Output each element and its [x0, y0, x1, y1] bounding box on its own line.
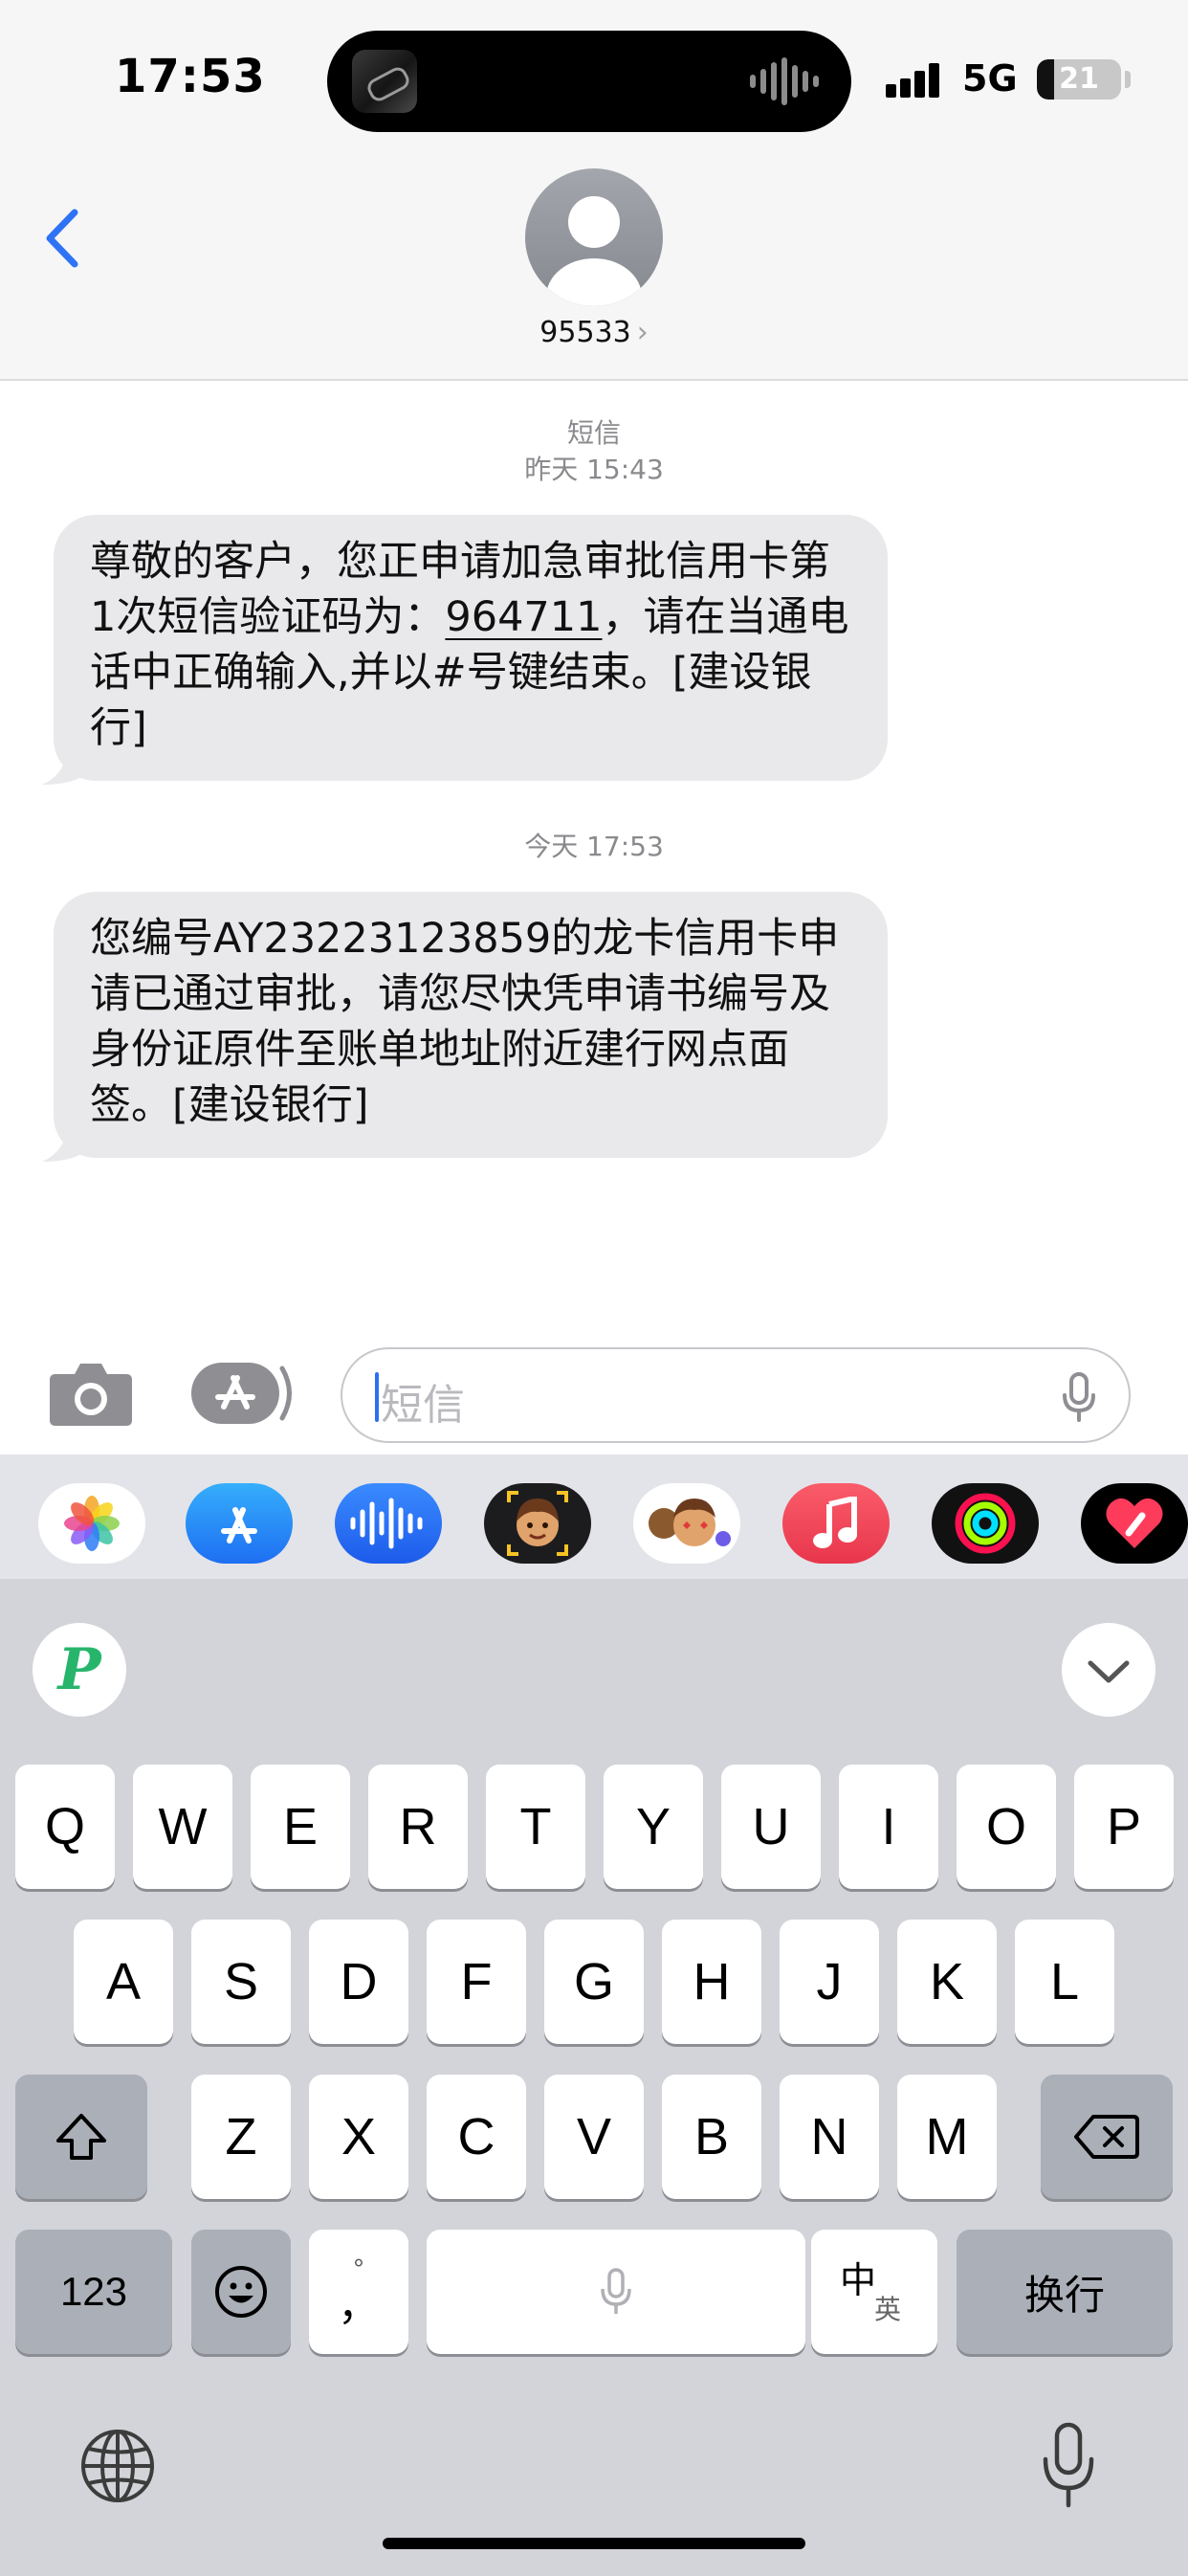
delete-key[interactable] — [1041, 2075, 1173, 2199]
message-input[interactable]: 短信 — [341, 1347, 1131, 1443]
dictation-button[interactable] — [1041, 2421, 1096, 2511]
punctuation-key[interactable]: ° ， — [309, 2230, 408, 2354]
key-j[interactable]: J — [780, 1920, 879, 2044]
emoji-key[interactable] — [191, 2230, 291, 2354]
network-label: 5G — [962, 57, 1018, 100]
chevron-left-icon — [46, 209, 78, 268]
imessage-app-strip — [0, 1455, 1188, 1579]
language-en-label: 英 — [874, 2295, 902, 2324]
text-cursor — [375, 1372, 379, 1422]
activity-icon[interactable] — [932, 1483, 1039, 1564]
globe-button[interactable] — [77, 2425, 159, 2507]
person-icon — [546, 196, 642, 306]
contact-avatar[interactable] — [525, 168, 663, 306]
key-y[interactable]: Y — [604, 1765, 703, 1889]
key-v[interactable]: V — [544, 2075, 644, 2199]
dictation-mic-icon[interactable] — [1062, 1372, 1096, 1422]
home-indicator[interactable] — [383, 2538, 805, 2549]
return-key[interactable]: 换行 — [957, 2230, 1173, 2354]
memoji-icon[interactable] — [484, 1483, 591, 1564]
audio-waveform-icon — [750, 57, 819, 105]
key-g[interactable]: G — [544, 1920, 644, 2044]
now-playing-artwork — [352, 50, 417, 113]
key-o[interactable]: O — [957, 1765, 1056, 1889]
app-store-apps-icon — [191, 1363, 292, 1424]
key-i[interactable]: I — [839, 1765, 938, 1889]
key-z[interactable]: Z — [191, 2075, 291, 2199]
language-switch-key[interactable]: 中 英 — [811, 2230, 937, 2354]
bubble-tail — [42, 1123, 94, 1162]
message-timestamp: 今天 17:53 — [524, 831, 664, 862]
emoji-smiley-icon — [215, 2266, 267, 2318]
message-timestamp: 昨天 15:43 — [524, 454, 664, 485]
mic-icon — [1043, 2422, 1094, 2508]
collapse-keyboard-button[interactable] — [1062, 1623, 1155, 1717]
key-a[interactable]: A — [74, 1920, 173, 2044]
key-f[interactable]: F — [427, 1920, 526, 2044]
punctuation-degree: ° — [353, 2254, 364, 2283]
backspace-icon — [1074, 2115, 1139, 2159]
chevron-down-icon — [1088, 1660, 1130, 1683]
dynamic-island[interactable] — [327, 31, 851, 132]
key-q[interactable]: Q — [15, 1765, 115, 1889]
battery-level: 21 — [1059, 62, 1099, 96]
audio-message-icon[interactable] — [335, 1483, 442, 1564]
key-h[interactable]: H — [662, 1920, 761, 2044]
language-zh-label: 中 — [840, 2261, 877, 2301]
key-l[interactable]: L — [1015, 1920, 1114, 2044]
key-b[interactable]: B — [662, 2075, 761, 2199]
keyboard: P Q W E R T Y U I O P A S D F G H J K L … — [0, 1579, 1188, 2576]
key-m[interactable]: M — [897, 2075, 997, 2199]
camera-button[interactable] — [48, 1359, 134, 1428]
keyboard-logo-button[interactable]: P — [33, 1623, 126, 1717]
camera-icon — [50, 1364, 132, 1426]
animoji-stickers-icon[interactable] — [633, 1483, 740, 1564]
key-k[interactable]: K — [897, 1920, 997, 2044]
key-r[interactable]: R — [368, 1765, 468, 1889]
key-p[interactable]: P — [1074, 1765, 1174, 1889]
incoming-message-bubble[interactable]: 您编号AY23223123859的龙卡信用卡申请已通过审批，请您尽快凭申请书编号… — [54, 892, 888, 1158]
key-d[interactable]: D — [309, 1920, 408, 2044]
shift-key[interactable] — [15, 2075, 147, 2199]
app-store-icon[interactable] — [186, 1483, 293, 1564]
key-t[interactable]: T — [486, 1765, 585, 1889]
key-u[interactable]: U — [721, 1765, 821, 1889]
globe-icon — [81, 2430, 154, 2502]
battery-tip — [1125, 71, 1131, 88]
punctuation-comma: ， — [338, 2282, 380, 2329]
key-s[interactable]: S — [191, 1920, 291, 2044]
contact-name-button[interactable]: 95533 › — [0, 316, 1188, 349]
message-type-label: 短信 — [566, 417, 621, 449]
battery-icon: 21 — [1037, 59, 1121, 100]
key-w[interactable]: W — [133, 1765, 232, 1889]
space-key[interactable] — [427, 2230, 805, 2354]
photos-icon[interactable] — [38, 1483, 145, 1564]
bubble-tail — [42, 746, 94, 785]
music-icon[interactable] — [782, 1483, 890, 1564]
incoming-message-bubble[interactable]: 尊敬的客户，您正申请加急审批信用卡第1次短信验证码为：964711，请在当通电话… — [54, 515, 888, 781]
digital-touch-icon[interactable] — [1081, 1483, 1188, 1564]
status-time: 17:53 — [115, 50, 266, 103]
back-button[interactable] — [38, 203, 92, 274]
key-x[interactable]: X — [309, 2075, 408, 2199]
contact-name: 95533 — [539, 316, 631, 349]
apps-button[interactable] — [189, 1361, 297, 1426]
mic-icon — [601, 2268, 631, 2314]
shift-arrow-icon — [56, 2114, 106, 2160]
chevron-right-icon: › — [636, 316, 649, 349]
key-c[interactable]: C — [427, 2075, 526, 2199]
key-n[interactable]: N — [780, 2075, 879, 2199]
verification-code-link[interactable]: 964711 — [445, 593, 602, 641]
message-text: 您编号AY23223123859的龙卡信用卡申请已通过审批，请您尽快凭申请书编号… — [90, 915, 840, 1129]
message-input-placeholder: 短信 — [381, 1381, 465, 1430]
numbers-key[interactable]: 123 — [15, 2230, 172, 2354]
conversation-header: 17:53 5G 21 95533 › — [0, 0, 1188, 381]
signal-strength-icon — [886, 63, 939, 98]
key-e[interactable]: E — [251, 1765, 350, 1889]
